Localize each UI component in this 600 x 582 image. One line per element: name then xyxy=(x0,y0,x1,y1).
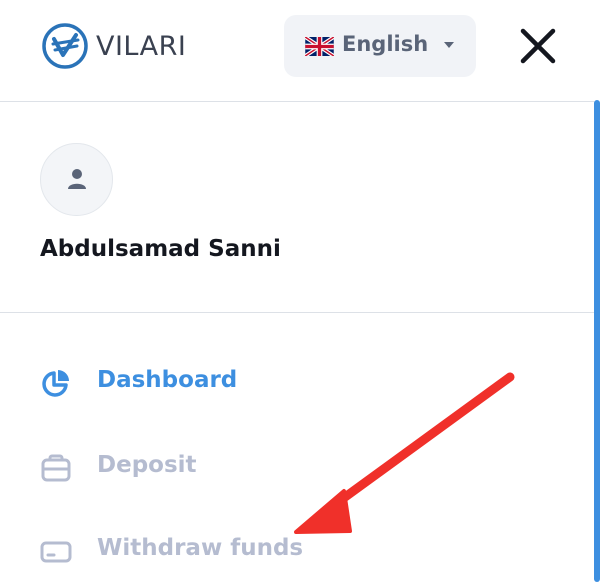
language-label: English xyxy=(342,32,429,56)
brand-logo[interactable]: VILARI xyxy=(40,21,186,71)
user-icon xyxy=(68,169,86,189)
menu-item-withdraw-funds[interactable]: Withdraw funds xyxy=(40,535,303,567)
uk-flag-icon xyxy=(305,37,334,56)
chevron-down-icon xyxy=(444,42,454,48)
card-icon xyxy=(40,541,72,563)
pie-chart-icon xyxy=(42,370,69,397)
menu-item-deposit[interactable]: Deposit xyxy=(40,452,197,484)
menu-item-label: Deposit xyxy=(97,452,197,478)
header-divider xyxy=(0,101,594,102)
close-icon[interactable] xyxy=(518,26,558,66)
vilari-logo-icon xyxy=(42,23,88,69)
menu-item-dashboard[interactable]: Dashboard xyxy=(40,367,237,399)
profile-divider xyxy=(0,312,594,313)
menu-item-label: Dashboard xyxy=(97,367,238,393)
user-name: Abdulsamad Sanni xyxy=(40,236,281,262)
wallet-icon xyxy=(41,454,71,482)
language-selector[interactable]: English xyxy=(284,15,476,77)
avatar[interactable] xyxy=(40,143,113,216)
menu-item-label: Withdraw funds xyxy=(97,535,304,561)
header: VILARI English xyxy=(0,0,600,101)
scrollbar[interactable] xyxy=(594,100,600,582)
brand-name: VILARI xyxy=(96,30,187,62)
